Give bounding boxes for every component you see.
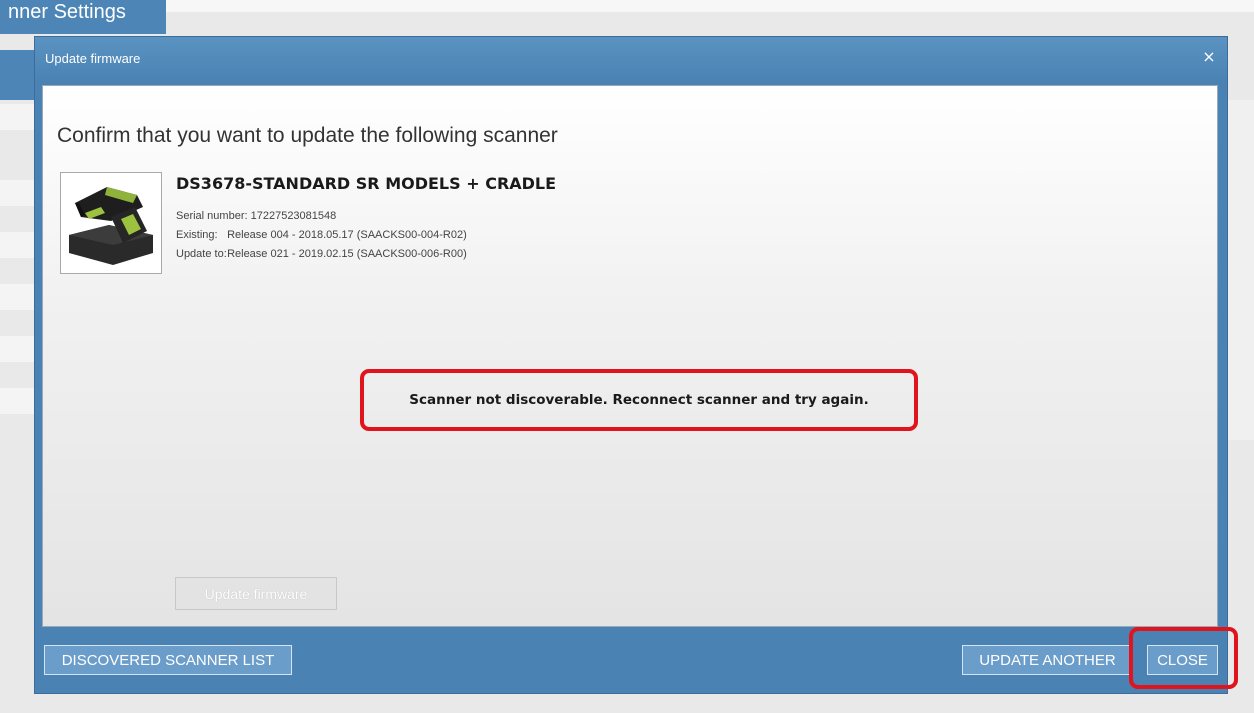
existing-firmware-label: Existing: — [176, 229, 218, 241]
background-tab-scanner-settings: nner Settings — [0, 0, 166, 34]
barcode-scanner-icon — [60, 172, 162, 274]
scanner-model: DS3678-STANDARD SR MODELS + CRADLE — [176, 174, 557, 193]
background-top-bar — [0, 0, 1254, 12]
scanner-image — [69, 187, 153, 265]
update-to-label: Update to: — [176, 248, 227, 260]
serial-number-line: Serial number: 17227523081548 — [176, 210, 336, 222]
update-another-button[interactable]: UPDATE ANOTHER — [962, 645, 1133, 675]
update-to-value: Release 021 - 2019.02.15 (SAACKS00-006-R… — [227, 248, 467, 260]
serial-number-label: Serial number: — [176, 210, 248, 222]
discovered-scanner-list-button[interactable]: DISCOVERED SCANNER LIST — [44, 645, 292, 675]
existing-firmware-value: Release 004 - 2018.05.17 (SAACKS00-004-R… — [227, 229, 467, 241]
update-firmware-dialog: Update firmware × Confirm that you want … — [34, 36, 1228, 694]
update-firmware-button[interactable]: Update firmware — [175, 577, 337, 610]
dialog-content: Confirm that you want to update the foll… — [42, 85, 1218, 627]
dialog-title: Update firmware — [45, 51, 141, 66]
error-message-highlight: Scanner not discoverable. Reconnect scan… — [360, 369, 918, 431]
close-button[interactable]: CLOSE — [1147, 645, 1218, 675]
background-tab-label: nner Settings — [8, 1, 126, 23]
serial-number-value: 17227523081548 — [250, 210, 337, 222]
dialog-title-bar: Update firmware × — [35, 37, 1227, 83]
background-panel-edge — [1224, 100, 1254, 440]
confirm-heading: Confirm that you want to update the foll… — [57, 124, 558, 147]
error-message: Scanner not discoverable. Reconnect scan… — [409, 392, 869, 408]
close-icon[interactable]: × — [1201, 49, 1217, 65]
existing-firmware-line: Existing: Release 004 - 2018.05.17 (SAAC… — [176, 229, 467, 241]
update-firmware-line: Update to: Release 021 - 2019.02.15 (SAA… — [176, 248, 467, 260]
